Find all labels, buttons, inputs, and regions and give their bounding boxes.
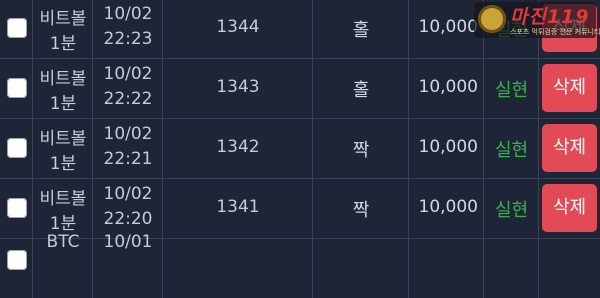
bet-date: 10/02 xyxy=(103,64,153,84)
bet-result: 실현 xyxy=(494,140,529,161)
game-name: 비트볼 xyxy=(39,9,87,29)
delete-button[interactable]: 삭제 xyxy=(542,124,597,172)
watermark-subtitle: 스포츠 먹튀검증 전문 커뮤니티 마진119 xyxy=(510,28,600,36)
game-interval: 1분 xyxy=(49,34,77,54)
bet-amount: 10,000 xyxy=(418,77,478,97)
bet-pick: 홀 xyxy=(352,20,370,41)
bet-time: 22:23 xyxy=(103,29,153,49)
bet-result: 실현 xyxy=(494,80,529,101)
round-number: 1342 xyxy=(216,137,260,157)
site-watermark-logo: 마진119 스포츠 먹튀검증 전문 커뮤니티 마진119 xyxy=(474,2,600,38)
game-name: 비트볼 xyxy=(39,69,87,89)
delete-button[interactable]: 삭제 xyxy=(542,64,597,112)
eagle-emblem-icon xyxy=(478,5,506,33)
game-interval: 1분 xyxy=(49,154,77,174)
row-checkbox[interactable] xyxy=(7,250,27,270)
delete-button[interactable]: 삭제 xyxy=(542,184,597,232)
watermark-title: 마진119 xyxy=(510,6,590,28)
round-number: 1344 xyxy=(216,17,260,37)
table-row: 비트볼 1분 10/02 22:20 1341 짝 10,000 실현 삭제 xyxy=(0,178,600,239)
row-checkbox[interactable] xyxy=(7,18,27,38)
row-checkbox[interactable] xyxy=(7,198,27,218)
round-number: 1341 xyxy=(216,197,260,217)
bet-time: 22:21 xyxy=(103,149,153,169)
bet-date: 10/01 xyxy=(103,232,153,252)
bet-history-table: 비트볼 1분 10/02 22:23 1344 홀 10,000 실현 삭제 비… xyxy=(0,0,600,298)
bet-pick: 짝 xyxy=(352,200,370,221)
bet-pick: 짝 xyxy=(352,140,370,161)
row-checkbox[interactable] xyxy=(7,78,27,98)
round-number: 1343 xyxy=(216,77,260,97)
table-row: BTC 10/01 xyxy=(0,232,600,298)
game-interval: 1분 xyxy=(49,94,77,114)
bet-time: 22:22 xyxy=(103,89,153,109)
bet-result: 실현 xyxy=(494,200,529,221)
table-row: 비트볼 1분 10/02 22:21 1342 짝 10,000 실현 삭제 xyxy=(0,118,600,179)
table-row: 비트볼 1분 10/02 22:22 1343 홀 10,000 실현 삭제 xyxy=(0,58,600,119)
bet-amount: 10,000 xyxy=(418,137,478,157)
game-interval: 1분 xyxy=(49,214,77,234)
bet-time: 22:20 xyxy=(103,209,153,229)
bet-amount: 10,000 xyxy=(418,197,478,217)
game-name: BTC xyxy=(46,232,80,252)
game-name: 비트볼 xyxy=(39,129,87,149)
row-checkbox[interactable] xyxy=(7,138,27,158)
bet-amount: 10,000 xyxy=(418,17,478,37)
game-name: 비트볼 xyxy=(39,189,87,209)
bet-pick: 홀 xyxy=(352,80,370,101)
bet-date: 10/02 xyxy=(103,124,153,144)
bet-date: 10/02 xyxy=(103,184,153,204)
bet-date: 10/02 xyxy=(103,4,153,24)
